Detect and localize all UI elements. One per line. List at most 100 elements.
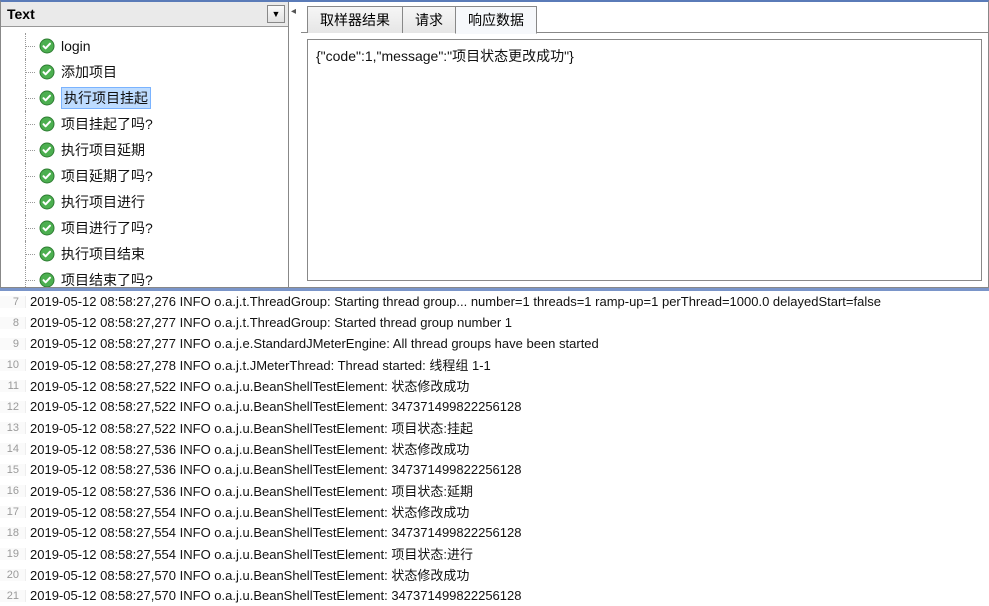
tree-item-label: 执行项目进行 <box>61 192 145 212</box>
log-line-text: 2019-05-12 08:58:27,554 INFO o.a.j.u.Bea… <box>26 502 469 521</box>
log-panel: 72019-05-12 08:58:27,276 INFO o.a.j.t.Th… <box>0 288 989 604</box>
tree-header-dropdown[interactable]: ▼ <box>267 5 285 23</box>
log-line-number: 8 <box>0 317 26 329</box>
log-line-number: 11 <box>0 380 26 392</box>
tree-item-label: 项目进行了吗? <box>61 218 153 238</box>
tabs-bar: 取样器结果 请求 响应数据 <box>301 6 988 33</box>
success-icon <box>39 116 55 132</box>
log-line-text: 2019-05-12 08:58:27,570 INFO o.a.j.u.Bea… <box>26 588 521 603</box>
log-line: 132019-05-12 08:58:27,522 INFO o.a.j.u.B… <box>0 417 989 438</box>
log-line-text: 2019-05-12 08:58:27,277 INFO o.a.j.e.Sta… <box>26 336 599 351</box>
tree-item[interactable]: 项目延期了吗? <box>1 163 288 189</box>
log-line: 212019-05-12 08:58:27,570 INFO o.a.j.u.B… <box>0 585 989 604</box>
tree-item-label: 执行项目结束 <box>61 244 145 264</box>
log-line: 162019-05-12 08:58:27,536 INFO o.a.j.u.B… <box>0 480 989 501</box>
log-line: 112019-05-12 08:58:27,522 INFO o.a.j.u.B… <box>0 375 989 396</box>
log-line-text: 2019-05-12 08:58:27,276 INFO o.a.j.t.Thr… <box>26 294 881 309</box>
tab-label: 响应数据 <box>468 12 524 28</box>
tree-item[interactable]: login <box>1 33 288 59</box>
log-line: 142019-05-12 08:58:27,536 INFO o.a.j.u.B… <box>0 438 989 459</box>
log-line-number: 16 <box>0 485 26 497</box>
tree-item[interactable]: 执行项目挂起 <box>1 85 288 111</box>
log-line-number: 12 <box>0 401 26 413</box>
right-panel: 取样器结果 请求 响应数据 {"code":1,"message":"项目状态更改成… <box>301 2 988 287</box>
log-line: 72019-05-12 08:58:27,276 INFO o.a.j.t.Th… <box>0 291 989 312</box>
tab-label: 请求 <box>415 12 443 28</box>
tree-connector-icon <box>25 59 35 85</box>
tree-item-label: login <box>61 38 91 54</box>
tree-connector-icon <box>25 111 35 137</box>
log-line-text: 2019-05-12 08:58:27,554 INFO o.a.j.u.Bea… <box>26 525 521 540</box>
log-line-number: 15 <box>0 464 26 476</box>
tree-container: login 添加项目执行项目挂起项目挂起了吗? 执行项目延期项目延期了吗? 执行项目进… <box>1 27 288 287</box>
tab[interactable]: 取样器结果 <box>307 6 403 33</box>
success-icon <box>39 142 55 158</box>
tree-item-label: 添加项目 <box>61 62 117 82</box>
log-line: 172019-05-12 08:58:27,554 INFO o.a.j.u.B… <box>0 501 989 522</box>
log-line: 92019-05-12 08:58:27,277 INFO o.a.j.e.St… <box>0 333 989 354</box>
tab[interactable]: 请求 <box>402 6 456 33</box>
log-line-text: 2019-05-12 08:58:27,278 INFO o.a.j.t.JMe… <box>26 355 491 374</box>
tree-connector-icon <box>25 189 35 215</box>
tree-item[interactable]: 执行项目延期 <box>1 137 288 163</box>
tree-item-label: 项目结束了吗? <box>61 270 153 287</box>
log-line-text: 2019-05-12 08:58:27,522 INFO o.a.j.u.Bea… <box>26 399 521 414</box>
success-icon <box>39 64 55 80</box>
tab[interactable]: 响应数据 <box>455 6 537 34</box>
tree-item[interactable]: 执行项目进行 <box>1 189 288 215</box>
tree-item-label: 执行项目延期 <box>61 140 145 160</box>
response-body[interactable]: {"code":1,"message":"项目状态更改成功"} <box>307 39 982 281</box>
log-line-text: 2019-05-12 08:58:27,536 INFO o.a.j.u.Bea… <box>26 481 473 500</box>
success-icon <box>39 90 55 106</box>
tree-item[interactable]: 添加项目 <box>1 59 288 85</box>
success-icon <box>39 246 55 262</box>
log-line-number: 17 <box>0 506 26 518</box>
log-line: 202019-05-12 08:58:27,570 INFO o.a.j.u.B… <box>0 564 989 585</box>
log-line: 192019-05-12 08:58:27,554 INFO o.a.j.u.B… <box>0 543 989 564</box>
tree-item-label: 执行项目挂起 <box>61 87 151 109</box>
vertical-splitter[interactable]: ◂ <box>289 2 301 287</box>
log-line-number: 13 <box>0 422 26 434</box>
log-line-number: 20 <box>0 569 26 581</box>
log-line-number: 19 <box>0 548 26 560</box>
response-body-text: {"code":1,"message":"项目状态更改成功"} <box>316 48 574 64</box>
log-line: 82019-05-12 08:58:27,277 INFO o.a.j.t.Th… <box>0 312 989 333</box>
log-line-number: 10 <box>0 359 26 371</box>
top-container: Text ▼ login 添加项目执行项目挂起项目挂起了吗? 执行项目延期项目延期了… <box>0 0 989 288</box>
success-icon <box>39 272 55 287</box>
tree-item[interactable]: 项目结束了吗? <box>1 267 288 287</box>
tab-label: 取样器结果 <box>320 12 390 28</box>
tree-item[interactable]: 执行项目结束 <box>1 241 288 267</box>
log-line-text: 2019-05-12 08:58:27,554 INFO o.a.j.u.Bea… <box>26 544 473 563</box>
tree-connector-icon <box>25 33 35 59</box>
tree-item[interactable]: 项目挂起了吗? <box>1 111 288 137</box>
success-icon <box>39 168 55 184</box>
log-line-number: 18 <box>0 527 26 539</box>
log-line: 122019-05-12 08:58:27,522 INFO o.a.j.u.B… <box>0 396 989 417</box>
tree-connector-icon <box>25 85 35 111</box>
log-line-text: 2019-05-12 08:58:27,536 INFO o.a.j.u.Bea… <box>26 462 521 477</box>
log-line-text: 2019-05-12 08:58:27,536 INFO o.a.j.u.Bea… <box>26 439 469 458</box>
collapse-left-icon: ◂ <box>291 6 299 14</box>
log-line-text: 2019-05-12 08:58:27,522 INFO o.a.j.u.Bea… <box>26 418 473 437</box>
tree-panel: Text ▼ login 添加项目执行项目挂起项目挂起了吗? 执行项目延期项目延期了… <box>1 2 289 287</box>
log-line-text: 2019-05-12 08:58:27,570 INFO o.a.j.u.Bea… <box>26 565 469 584</box>
tree-connector-icon <box>25 267 35 287</box>
tree-item[interactable]: 项目进行了吗? <box>1 215 288 241</box>
log-line: 152019-05-12 08:58:27,536 INFO o.a.j.u.B… <box>0 459 989 480</box>
success-icon <box>39 220 55 236</box>
tree-header: Text ▼ <box>1 2 288 27</box>
log-line-number: 21 <box>0 590 26 602</box>
log-line: 182019-05-12 08:58:27,554 INFO o.a.j.u.B… <box>0 522 989 543</box>
log-line-text: 2019-05-12 08:58:27,277 INFO o.a.j.t.Thr… <box>26 315 512 330</box>
tree-connector-icon <box>25 137 35 163</box>
log-line-number: 14 <box>0 443 26 455</box>
log-line-number: 9 <box>0 338 26 350</box>
log-line-number: 7 <box>0 296 26 308</box>
tree-header-label: Text <box>7 6 267 22</box>
tree-connector-icon <box>25 163 35 189</box>
tree-connector-icon <box>25 241 35 267</box>
tree-item-label: 项目挂起了吗? <box>61 114 153 134</box>
success-icon <box>39 38 55 54</box>
tree-connector-icon <box>25 215 35 241</box>
